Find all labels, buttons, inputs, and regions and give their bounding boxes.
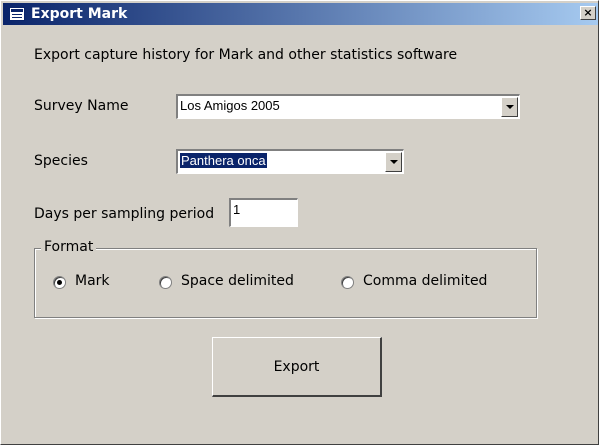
- survey-name-label: Survey Name: [34, 98, 129, 114]
- format-comma-label[interactable]: Comma delimited: [363, 273, 487, 289]
- title-bar[interactable]: Export Mark ×: [3, 3, 598, 25]
- days-per-period-label: Days per sampling period: [34, 206, 215, 222]
- format-space-label[interactable]: Space delimited: [181, 273, 294, 289]
- format-comma-radio[interactable]: [341, 276, 354, 289]
- chevron-down-icon[interactable]: [385, 152, 402, 172]
- chevron-down-icon[interactable]: [501, 97, 518, 117]
- export-mark-window: Export Mark × Export capture history for…: [0, 0, 599, 445]
- description-text: Export capture history for Mark and othe…: [34, 47, 458, 63]
- format-legend: Format: [41, 239, 97, 255]
- survey-name-value: Los Amigos 2005: [180, 98, 280, 113]
- species-label: Species: [34, 153, 88, 169]
- export-button-label: Export: [273, 358, 320, 375]
- species-combobox[interactable]: Panthera onca: [176, 149, 404, 174]
- close-button[interactable]: ×: [580, 6, 596, 20]
- format-mark-label[interactable]: Mark: [75, 273, 110, 289]
- form-icon: [9, 7, 25, 21]
- survey-name-combobox[interactable]: Los Amigos 2005: [176, 94, 520, 119]
- format-space-radio[interactable]: [159, 276, 172, 289]
- window-title: Export Mark: [31, 6, 128, 22]
- close-icon: ×: [583, 6, 593, 19]
- days-per-period-value: 1: [233, 202, 241, 217]
- species-value: Panthera onca: [180, 153, 267, 168]
- format-mark-radio[interactable]: [53, 276, 66, 289]
- days-per-period-input[interactable]: 1: [229, 198, 298, 227]
- export-button[interactable]: Export: [212, 337, 382, 397]
